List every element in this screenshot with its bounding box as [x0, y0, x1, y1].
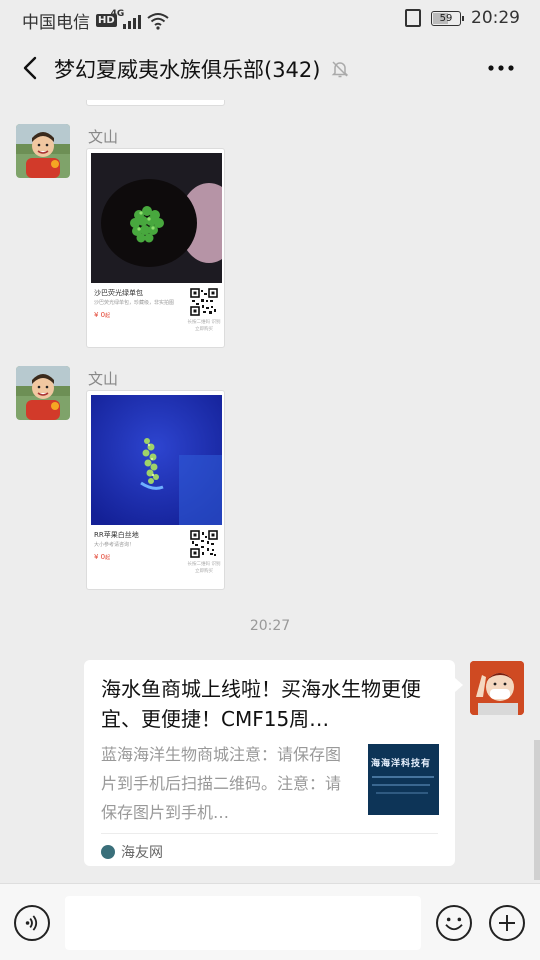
message-input[interactable]	[65, 896, 421, 950]
avatar[interactable]	[470, 661, 524, 715]
voice-icon[interactable]	[14, 905, 50, 941]
qr-caption: 长按二维码 识别立即购买	[187, 320, 221, 332]
price-value: ¥ 0	[94, 311, 106, 319]
product-photo	[91, 153, 222, 283]
battery-icon: 59	[431, 10, 464, 26]
emoji-icon[interactable]	[436, 905, 472, 941]
product-image-card[interactable]: 沙巴荧光绿单包 沙巴荧光绿单包，珍藏级，非实拍图 ¥ 0起 长按二维码 识别立即…	[86, 148, 225, 348]
previous-message-card[interactable]	[86, 100, 225, 106]
product-title: RR苹果白丝地	[94, 531, 139, 539]
message-timestamp: 20:27	[249, 618, 291, 634]
product-image-card[interactable]: RR苹果白丝地 大小参考请咨询！ ¥ 0起 长按二维码 识别立即购买	[86, 390, 225, 590]
plus-icon[interactable]	[489, 905, 525, 941]
scrollbar[interactable]	[534, 740, 540, 880]
battery-level: 59	[439, 12, 453, 24]
product-title: 沙巴荧光绿单包	[94, 289, 143, 297]
status-left: 中国电信 HD 4G	[22, 8, 169, 33]
carrier-label: 中国电信	[22, 13, 90, 33]
price-unit: 起	[105, 555, 111, 561]
page-title: 梦幻夏威夷水族俱乐部(342)	[54, 54, 350, 84]
divider	[101, 833, 438, 834]
thumbnail-text: 海海洋科技有	[371, 759, 432, 769]
status-right: 59 20:29	[405, 8, 520, 28]
message-list[interactable]: 文山 沙巴荧光绿单包 沙巴荧光绿单包，珍藏级，非实拍图 ¥ 0起 长按二维码 识…	[0, 100, 540, 883]
product-price: ¥ 0起	[94, 553, 110, 561]
network-label: 4G	[110, 8, 125, 19]
product-subtitle: 沙巴荧光绿单包，珍藏级，非实拍图	[94, 300, 175, 306]
avatar[interactable]	[16, 366, 70, 420]
avatar[interactable]	[16, 124, 70, 178]
vibrate-icon	[405, 9, 421, 27]
signal-icon: 4G	[111, 9, 141, 29]
link-description: 蓝海海洋生物商城注意：请保存图片到手机后扫描二维码。注意：请保存图片到手机…	[101, 745, 342, 822]
product-subtitle: 大小参考请咨询！	[94, 542, 135, 548]
link-title: 海水鱼商城上线啦！买海水生物更便宜、更便捷！CMF15周…	[101, 677, 421, 731]
qr-code-icon	[190, 288, 218, 316]
more-dots-icon[interactable]	[486, 58, 516, 78]
product-photo	[91, 395, 222, 525]
group-name: 梦幻夏威夷水族俱乐部(342)	[54, 58, 321, 82]
qr-code-icon	[190, 530, 218, 558]
status-bar: 中国电信 HD 4G 59 20:29	[0, 0, 540, 36]
link-share-card[interactable]: 海水鱼商城上线啦！买海水生物更便宜、更便捷！CMF15周… 蓝海海洋生物商城注意…	[84, 660, 463, 866]
sender-name: 文山	[88, 128, 119, 146]
site-logo-icon	[101, 845, 115, 859]
price-value: ¥ 0	[94, 553, 106, 561]
bell-off-icon	[332, 61, 349, 78]
source-name: 海友网	[121, 845, 163, 861]
sender-name: 文山	[88, 370, 119, 388]
product-price: ¥ 0起	[94, 311, 110, 319]
input-bar	[0, 883, 540, 960]
chevron-left-icon[interactable]	[18, 54, 46, 82]
price-unit: 起	[105, 313, 111, 319]
wifi-icon	[147, 12, 169, 30]
qr-caption: 长按二维码 识别立即购买	[187, 562, 221, 574]
link-thumbnail: 海海洋科技有	[368, 744, 439, 815]
link-source: 海友网	[101, 842, 163, 862]
clock: 20:29	[471, 8, 520, 28]
chat-header: 梦幻夏威夷水族俱乐部(342)	[0, 36, 540, 100]
